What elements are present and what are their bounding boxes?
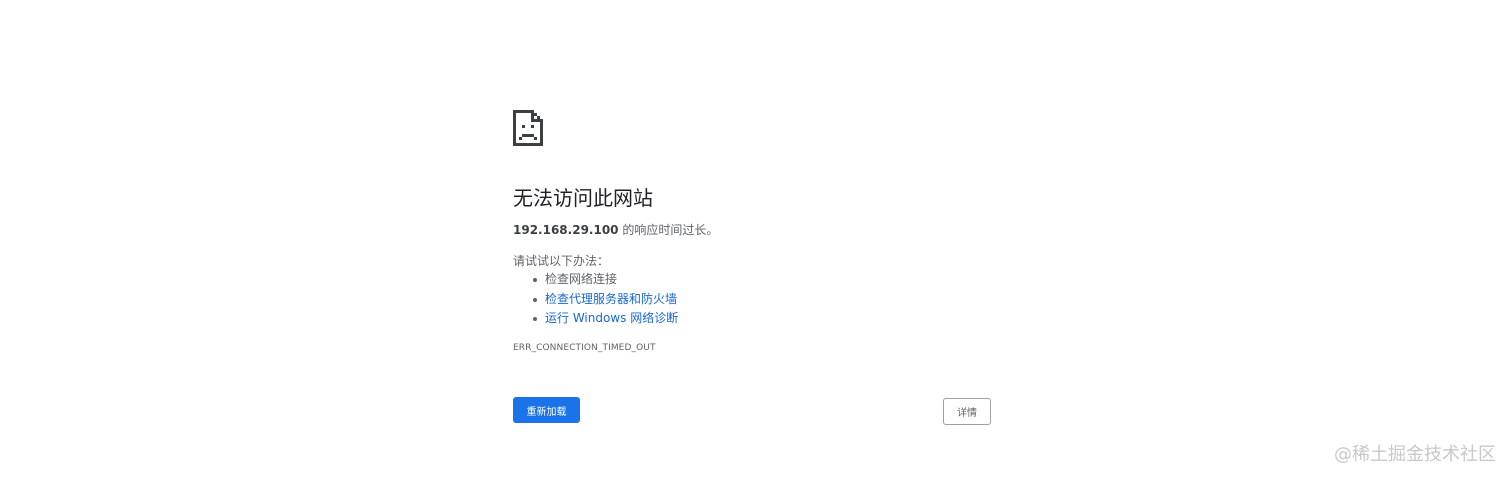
check-proxy-firewall-link[interactable]: 检查代理服务器和防火墙 bbox=[545, 292, 677, 306]
error-code: ERR_CONNECTION_TIMED_OUT bbox=[513, 343, 656, 353]
details-button[interactable]: 详情 bbox=[943, 398, 991, 425]
watermark: @稀土掘金技术社区 bbox=[1334, 444, 1496, 465]
suggestions-list: 检查网络连接 检查代理服务器和防火墙 运行 Windows 网络诊断 bbox=[513, 270, 678, 329]
host-address: 192.168.29.100 bbox=[513, 223, 619, 237]
suggestion-run-diagnostics: 运行 Windows 网络诊断 bbox=[513, 309, 678, 329]
suggestion-check-proxy: 检查代理服务器和防火墙 bbox=[513, 290, 678, 310]
error-page: 无法访问此网站 192.168.29.100 的响应时间过长。 请试试以下办法：… bbox=[0, 0, 1512, 477]
page-title: 无法访问此网站 bbox=[513, 186, 653, 210]
run-network-diagnostics-link[interactable]: 运行 Windows 网络诊断 bbox=[545, 311, 678, 325]
sad-page-icon bbox=[513, 110, 543, 146]
reload-button[interactable]: 重新加载 bbox=[513, 397, 580, 423]
error-summary: 192.168.29.100 的响应时间过长。 bbox=[513, 221, 718, 238]
suggestion-label: 检查网络连接 bbox=[545, 272, 618, 286]
suggestion-check-network: 检查网络连接 bbox=[513, 270, 678, 290]
summary-text: 的响应时间过长。 bbox=[618, 223, 719, 237]
suggestions-heading: 请试试以下办法： bbox=[513, 254, 610, 268]
